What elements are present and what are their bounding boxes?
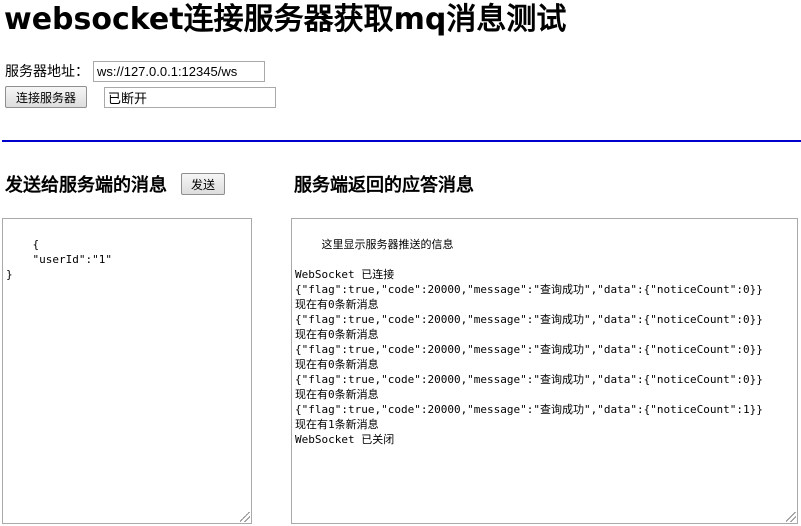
connect-row: 连接服务器 bbox=[5, 86, 276, 108]
response-log-text: 这里显示服务器推送的信息 WebSocket 已连接 {"flag":true,… bbox=[295, 238, 763, 446]
send-message-textarea[interactable]: { "userId":"1" } bbox=[2, 218, 252, 524]
page-title: websocket连接服务器获取mq消息测试 bbox=[4, 2, 567, 37]
server-address-row: 服务器地址： bbox=[5, 60, 265, 82]
resize-grip-icon[interactable] bbox=[786, 512, 796, 522]
send-section-title: 发送给服务端的消息 bbox=[5, 175, 167, 196]
server-address-input[interactable] bbox=[93, 60, 265, 82]
resize-grip-icon[interactable] bbox=[240, 512, 250, 522]
send-button[interactable]: 发送 bbox=[181, 173, 225, 195]
page: websocket连接服务器获取mq消息测试 服务器地址： 连接服务器 发送给服… bbox=[0, 0, 801, 526]
server-address-label: 服务器地址： bbox=[5, 64, 89, 80]
send-message-text: { "userId":"1" } bbox=[6, 238, 112, 281]
connection-status-field[interactable] bbox=[104, 86, 276, 108]
receive-section-title: 服务端返回的应答消息 bbox=[294, 175, 474, 196]
connect-server-button[interactable]: 连接服务器 bbox=[5, 86, 87, 108]
section-divider bbox=[2, 140, 801, 142]
response-log-textarea[interactable]: 这里显示服务器推送的信息 WebSocket 已连接 {"flag":true,… bbox=[291, 218, 798, 524]
